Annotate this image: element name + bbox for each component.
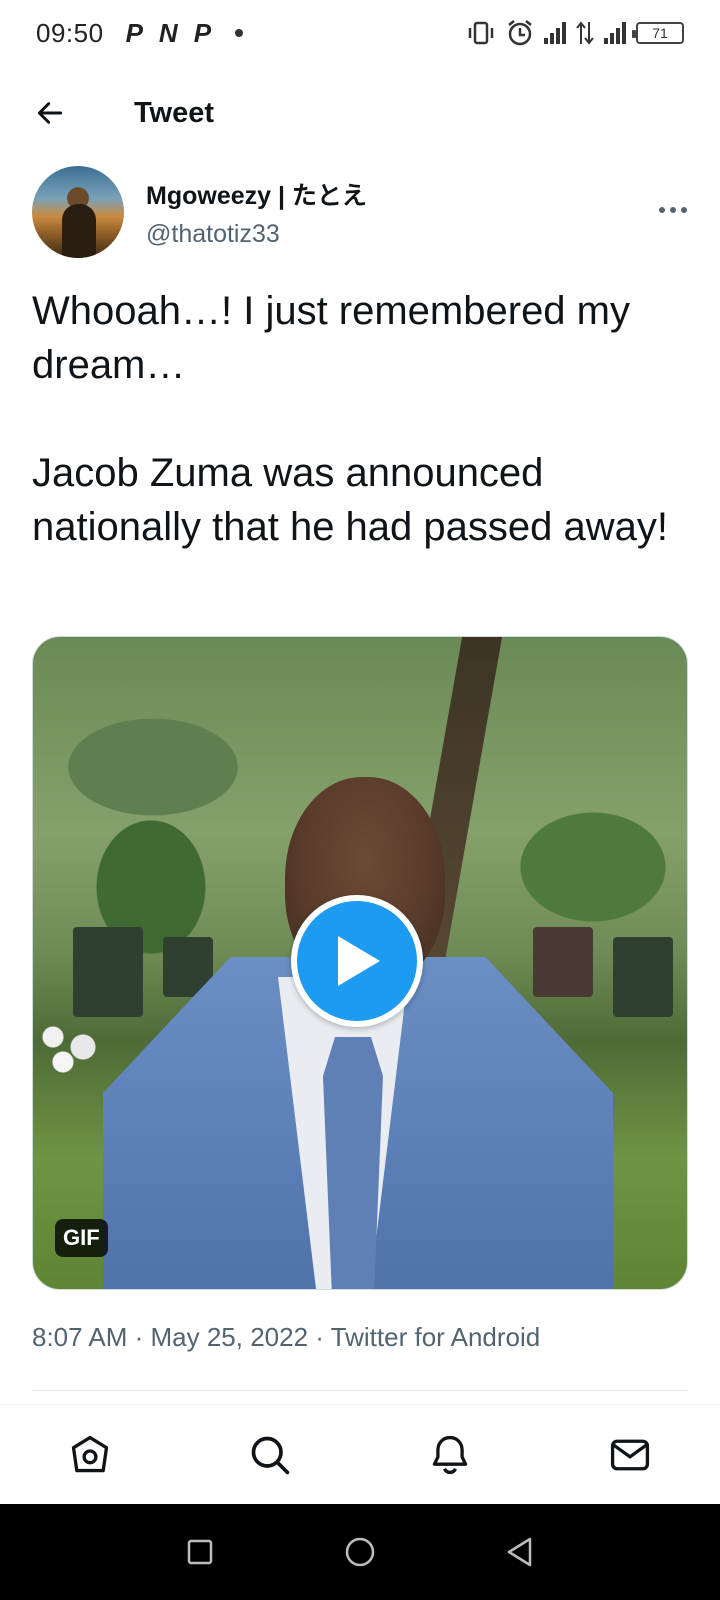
circle-icon — [345, 1537, 375, 1567]
media-scene-flowers — [33, 1017, 113, 1077]
messages-icon — [610, 1439, 650, 1470]
play-icon — [338, 936, 380, 986]
tweet-text-paragraph: Whooah…! I just remembered my dream… — [32, 289, 630, 387]
top-header: Tweet — [0, 80, 720, 146]
search-icon — [251, 1436, 290, 1474]
more-options-button[interactable] — [658, 190, 688, 234]
tweet-media-gif[interactable]: GIF — [32, 636, 688, 1290]
triangle-back-icon — [507, 1537, 532, 1567]
vibrate-icon — [468, 21, 494, 45]
recent-apps-button[interactable] — [170, 1522, 230, 1582]
back-nav-button[interactable] — [490, 1522, 550, 1582]
signal-icon — [544, 22, 566, 44]
app-notification-icon: N — [158, 17, 178, 48]
data-arrows-icon — [576, 21, 594, 45]
back-button[interactable] — [26, 89, 74, 137]
media-scene-headstone — [613, 937, 673, 1017]
page-title: Tweet — [134, 96, 215, 129]
tweet-timestamp[interactable]: 8:07 AM · May 25, 2022 · Twitter for And… — [32, 1322, 692, 1353]
status-time: 09:50 — [36, 17, 104, 48]
more-horizontal-icon — [659, 207, 687, 213]
media-scene-headstone — [73, 927, 143, 1017]
divider — [32, 1390, 688, 1391]
avatar[interactable] — [32, 166, 124, 258]
tab-search[interactable] — [230, 1415, 310, 1495]
status-bar: 09:50 P N P 71 — [0, 0, 720, 66]
media-scene-headstone — [533, 927, 593, 997]
more-notifications-dot-icon — [235, 29, 244, 37]
battery-icon: 71 — [632, 22, 684, 44]
media-scene-tie — [323, 1037, 383, 1289]
app-notification-icon: P — [125, 17, 143, 48]
status-app-icons: P N P — [125, 17, 244, 49]
tab-home[interactable] — [50, 1415, 130, 1495]
square-icon — [187, 1539, 213, 1565]
tab-notifications[interactable] — [410, 1415, 490, 1495]
home-icon — [71, 1435, 109, 1472]
alarm-icon — [508, 20, 532, 46]
tweet-text: Whooah…! I just remembered my dream… Jac… — [32, 284, 692, 554]
tweet-text-paragraph: Jacob Zuma was announced nationally that… — [32, 451, 668, 549]
author-info: Mgoweezy | たとえ @thatotiz33 — [146, 176, 367, 249]
play-button[interactable] — [291, 895, 423, 1027]
signal-hplus-icon — [604, 22, 626, 44]
tweet-author: Mgoweezy | たとえ @thatotiz33 — [32, 166, 688, 258]
app-notification-icon: P — [193, 17, 212, 48]
author-handle[interactable]: @thatotiz33 — [146, 220, 367, 249]
notifications-icon — [432, 1435, 468, 1474]
home-nav-button[interactable] — [330, 1522, 390, 1582]
status-indicators: 71 — [466, 19, 684, 47]
bottom-tab-bar — [0, 1404, 720, 1504]
tab-messages[interactable] — [590, 1415, 670, 1495]
gif-badge: GIF — [55, 1219, 108, 1257]
author-display-name[interactable]: Mgoweezy | たとえ — [146, 176, 367, 212]
arrow-left-icon — [37, 102, 63, 124]
system-navigation-bar — [0, 1504, 720, 1600]
